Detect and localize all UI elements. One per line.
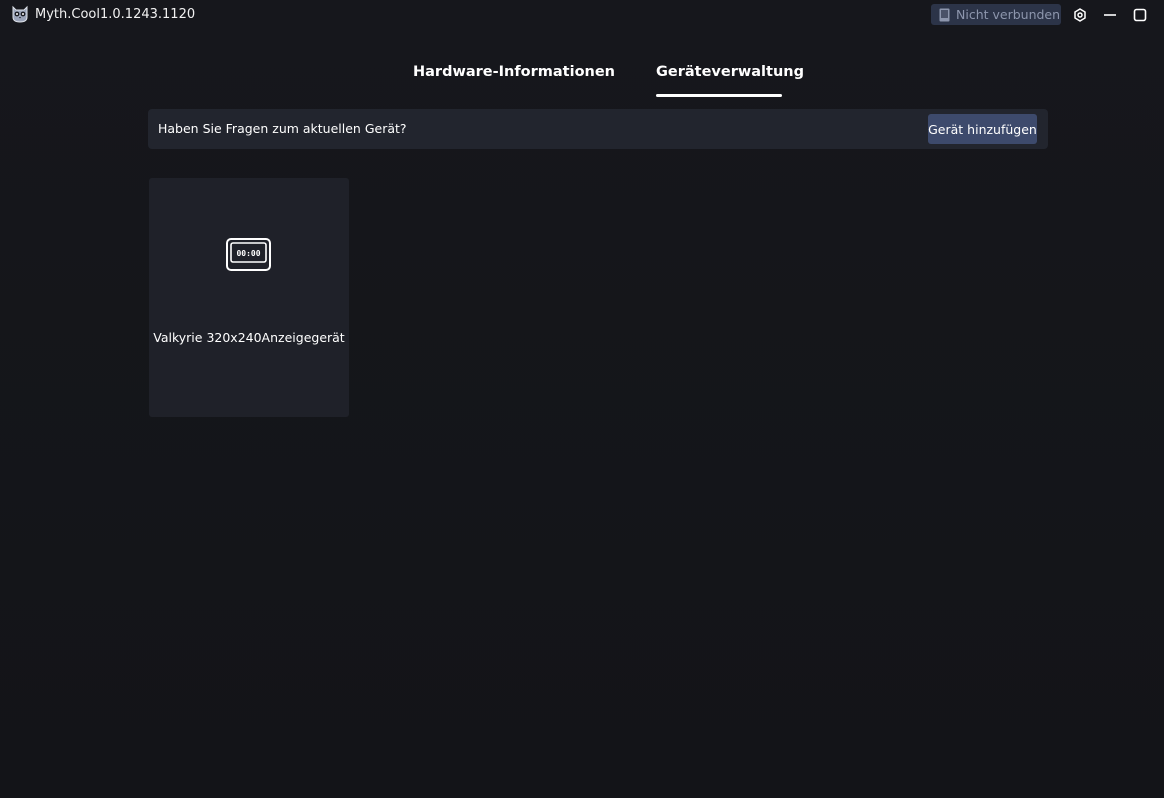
device-card[interactable]: 00:00 Valkyrie 320x240Anzeigegerät	[149, 178, 349, 417]
app-version: 1.0.1243.1120	[100, 7, 196, 22]
minimize-icon	[1104, 14, 1116, 16]
device-icon-clock-text: 00:00	[236, 249, 260, 258]
owl-logo-icon	[12, 5, 28, 23]
device-disconnected-icon	[939, 8, 950, 21]
display-device-icon: 00:00	[226, 238, 271, 271]
maximize-button[interactable]	[1131, 6, 1149, 24]
app-name: Myth.Cool	[35, 7, 100, 22]
device-question-bar: Haben Sie Fragen zum aktuellen Gerät? Ge…	[148, 109, 1048, 149]
tab-hardware-info[interactable]: Hardware-Informationen	[413, 64, 615, 80]
device-question-text: Haben Sie Fragen zum aktuellen Gerät?	[158, 121, 407, 136]
title-bar: Myth.Cool 1.0.1243.1120 Nicht verbunden	[0, 0, 1164, 30]
maximize-icon	[1133, 8, 1147, 22]
active-tab-indicator	[656, 94, 782, 97]
device-name: Valkyrie 320x240Anzeigegerät	[153, 330, 345, 345]
connection-status-label: Nicht verbunden	[956, 7, 1061, 22]
gear-icon	[1074, 8, 1086, 22]
tab-device-management[interactable]: Geräteverwaltung	[656, 64, 804, 80]
app-window: Myth.Cool 1.0.1243.1120 Nicht verbunden	[0, 0, 1164, 798]
settings-button[interactable]	[1071, 6, 1089, 24]
connection-status-button[interactable]: Nicht verbunden	[931, 4, 1061, 25]
minimize-button[interactable]	[1101, 6, 1119, 24]
add-device-button[interactable]: Gerät hinzufügen	[928, 114, 1037, 144]
